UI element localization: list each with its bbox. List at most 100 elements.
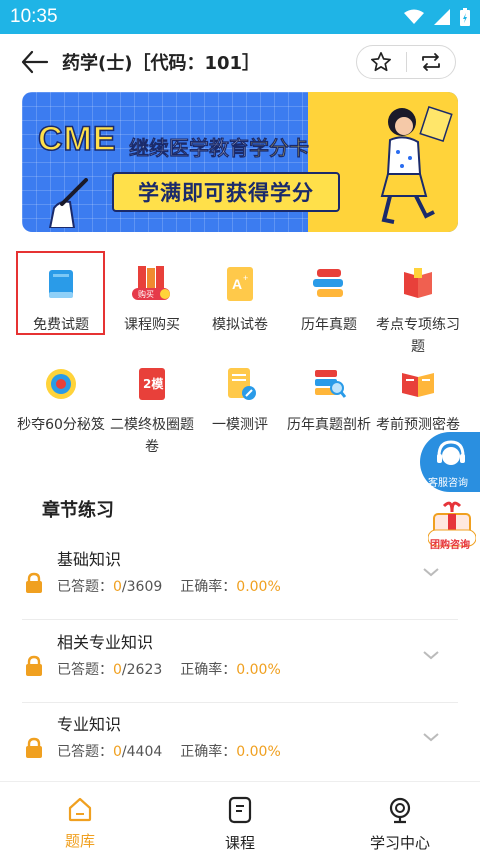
rate-label: 正确率： <box>180 579 237 595</box>
grid-item-predict-paper[interactable]: 考前预测密卷 <box>372 362 464 436</box>
grid-item-label: 一模测评 <box>212 417 268 433</box>
lock-icon <box>26 737 42 758</box>
stack-icon <box>307 262 351 306</box>
grid-item-second-mock[interactable]: 2模 二模终极圈题卷 <box>107 362 197 458</box>
open-book-icon <box>396 362 440 406</box>
chapter-name: 相关专业知识 <box>57 633 154 652</box>
tab-label: 课程 <box>224 834 255 852</box>
header-actions <box>356 45 456 79</box>
learning-center-icon <box>389 797 411 824</box>
answered-label: 已答题： <box>57 579 113 595</box>
grid-item-60-secrets[interactable]: 秒夺60分秘笈 <box>16 362 106 436</box>
pencil-hand-icon <box>48 178 88 228</box>
rate-label: 正确率： <box>180 662 237 678</box>
answered-label: 已答题： <box>57 662 113 678</box>
svg-text:购买: 购买 <box>138 289 154 299</box>
grid-item-label: 秒夺60分秘笈 <box>17 417 105 433</box>
course-icon <box>228 796 252 824</box>
book-icon <box>39 262 83 306</box>
back-arrow-icon[interactable] <box>20 48 50 76</box>
switch-button[interactable] <box>407 46 456 78</box>
wifi-icon <box>404 9 424 24</box>
grid-item-label: 免费试题 <box>33 317 89 333</box>
tab-label: 题库 <box>64 832 95 850</box>
app-header: 药学(士)［代码：101］ <box>0 34 480 90</box>
chapter-item[interactable]: 专业知识 已答题：0/4404 正确率：0.00% <box>22 703 458 785</box>
correct-rate: 0.00% <box>236 662 281 678</box>
chapter-stats: 已答题：0/2623 正确率：0.00% <box>57 659 281 679</box>
bottom-tab-bar: 题库 课程 学习中心 <box>0 781 480 853</box>
exam-2-icon: 2模 <box>130 362 174 406</box>
banner-headline-text: 继续医学教育 <box>129 136 250 161</box>
correct-rate: 0.00% <box>236 579 281 595</box>
star-icon <box>371 52 392 72</box>
doc-pencil-icon <box>218 362 262 406</box>
svg-text:A: A <box>232 276 242 292</box>
magnify-stack-icon <box>307 362 351 406</box>
favorite-button[interactable] <box>357 46 406 78</box>
banner-subtitle: 学满即可获得学分 <box>112 172 340 212</box>
grid-item-label: 历年真题 <box>301 317 357 333</box>
tab-question-bank[interactable]: 题库 <box>20 796 140 851</box>
group-buy-label: 团购咨询 <box>430 540 470 551</box>
correct-rate: 0.00% <box>236 744 281 760</box>
grid-item-label: 考点专项练习题 <box>376 317 460 355</box>
grid-item-mock-paper[interactable]: A + 模拟试卷 <box>195 262 285 336</box>
grid-item-first-mock[interactable]: 一模测评 <box>195 362 285 436</box>
banner-headline-rest: 继续医学教育学分卡 <box>129 132 310 161</box>
lock-icon <box>26 572 42 593</box>
status-icons <box>404 8 470 26</box>
chevron-down-icon[interactable] <box>422 731 440 743</box>
svg-text:2模: 2模 <box>143 376 164 391</box>
lock-icon <box>26 655 42 676</box>
grid-item-past-analysis[interactable]: 历年真题剖析 <box>284 362 374 436</box>
books-buy-icon: 购买 <box>130 262 174 306</box>
grid-item-label: 历年真题剖析 <box>287 417 371 433</box>
group-buy-button[interactable]: 团购咨询 <box>424 500 480 556</box>
banner-headline-accent: 学分卡 <box>249 136 310 161</box>
svg-text:+: + <box>243 273 248 283</box>
banner-girl-illustration <box>380 106 453 224</box>
tab-course[interactable]: 课程 <box>180 796 300 853</box>
answered-count: 0 <box>113 579 122 595</box>
headset-icon <box>437 440 465 465</box>
battery-icon <box>460 8 470 26</box>
target-icon <box>39 362 83 406</box>
status-time: 10:35 <box>10 6 58 27</box>
grid-item-free-questions[interactable]: 免费试题 <box>16 262 106 336</box>
signal-icon <box>434 9 450 25</box>
chevron-down-icon[interactable] <box>422 649 440 661</box>
red-book-icon <box>396 262 440 306</box>
chapter-item[interactable]: 基础知识 已答题：0/3609 正确率：0.00% <box>22 538 458 620</box>
banner-headline: CME <box>37 119 117 159</box>
answered-count: 0 <box>113 662 122 678</box>
chapter-name: 专业知识 <box>57 715 122 734</box>
answered-label: 已答题： <box>57 744 113 760</box>
cme-banner[interactable]: CME 继续医学教育学分卡 学满即可获得学分 <box>22 92 458 232</box>
chapter-item[interactable]: 相关专业知识 已答题：0/2623 正确率：0.00% <box>22 621 458 703</box>
answered-count: 0 <box>113 744 122 760</box>
customer-service-button[interactable]: 客服咨询 <box>420 432 480 492</box>
tab-label: 学习中心 <box>369 834 430 852</box>
chapter-name: 基础知识 <box>57 550 122 569</box>
section-title: 章节练习 <box>42 500 114 521</box>
total-count: /4404 <box>121 744 163 760</box>
tab-learning-center[interactable]: 学习中心 <box>340 796 460 853</box>
chevron-down-icon[interactable] <box>422 566 440 578</box>
chapter-stats: 已答题：0/3609 正确率：0.00% <box>57 576 281 596</box>
chapter-stats: 已答题：0/4404 正确率：0.00% <box>57 741 281 761</box>
paper-aplus-icon: A + <box>218 262 262 306</box>
grid-item-past-exams[interactable]: 历年真题 <box>284 262 374 336</box>
total-count: /2623 <box>121 662 163 678</box>
rate-label: 正确率： <box>180 744 237 760</box>
grid-item-course-purchase[interactable]: 购买 课程购买 <box>107 262 197 336</box>
grid-item-topic-practice[interactable]: 考点专项练习题 <box>372 262 464 358</box>
page-title: 药学(士)［代码：101］ <box>62 53 261 74</box>
home-icon <box>68 797 92 822</box>
grid-item-label: 模拟试卷 <box>212 317 268 333</box>
switch-icon <box>421 53 440 71</box>
status-bar: 10:35 <box>0 0 480 34</box>
grid-item-label: 二模终极圈题卷 <box>110 417 194 455</box>
grid-item-label: 课程购买 <box>124 317 180 333</box>
customer-service-label: 客服咨询 <box>428 478 468 489</box>
